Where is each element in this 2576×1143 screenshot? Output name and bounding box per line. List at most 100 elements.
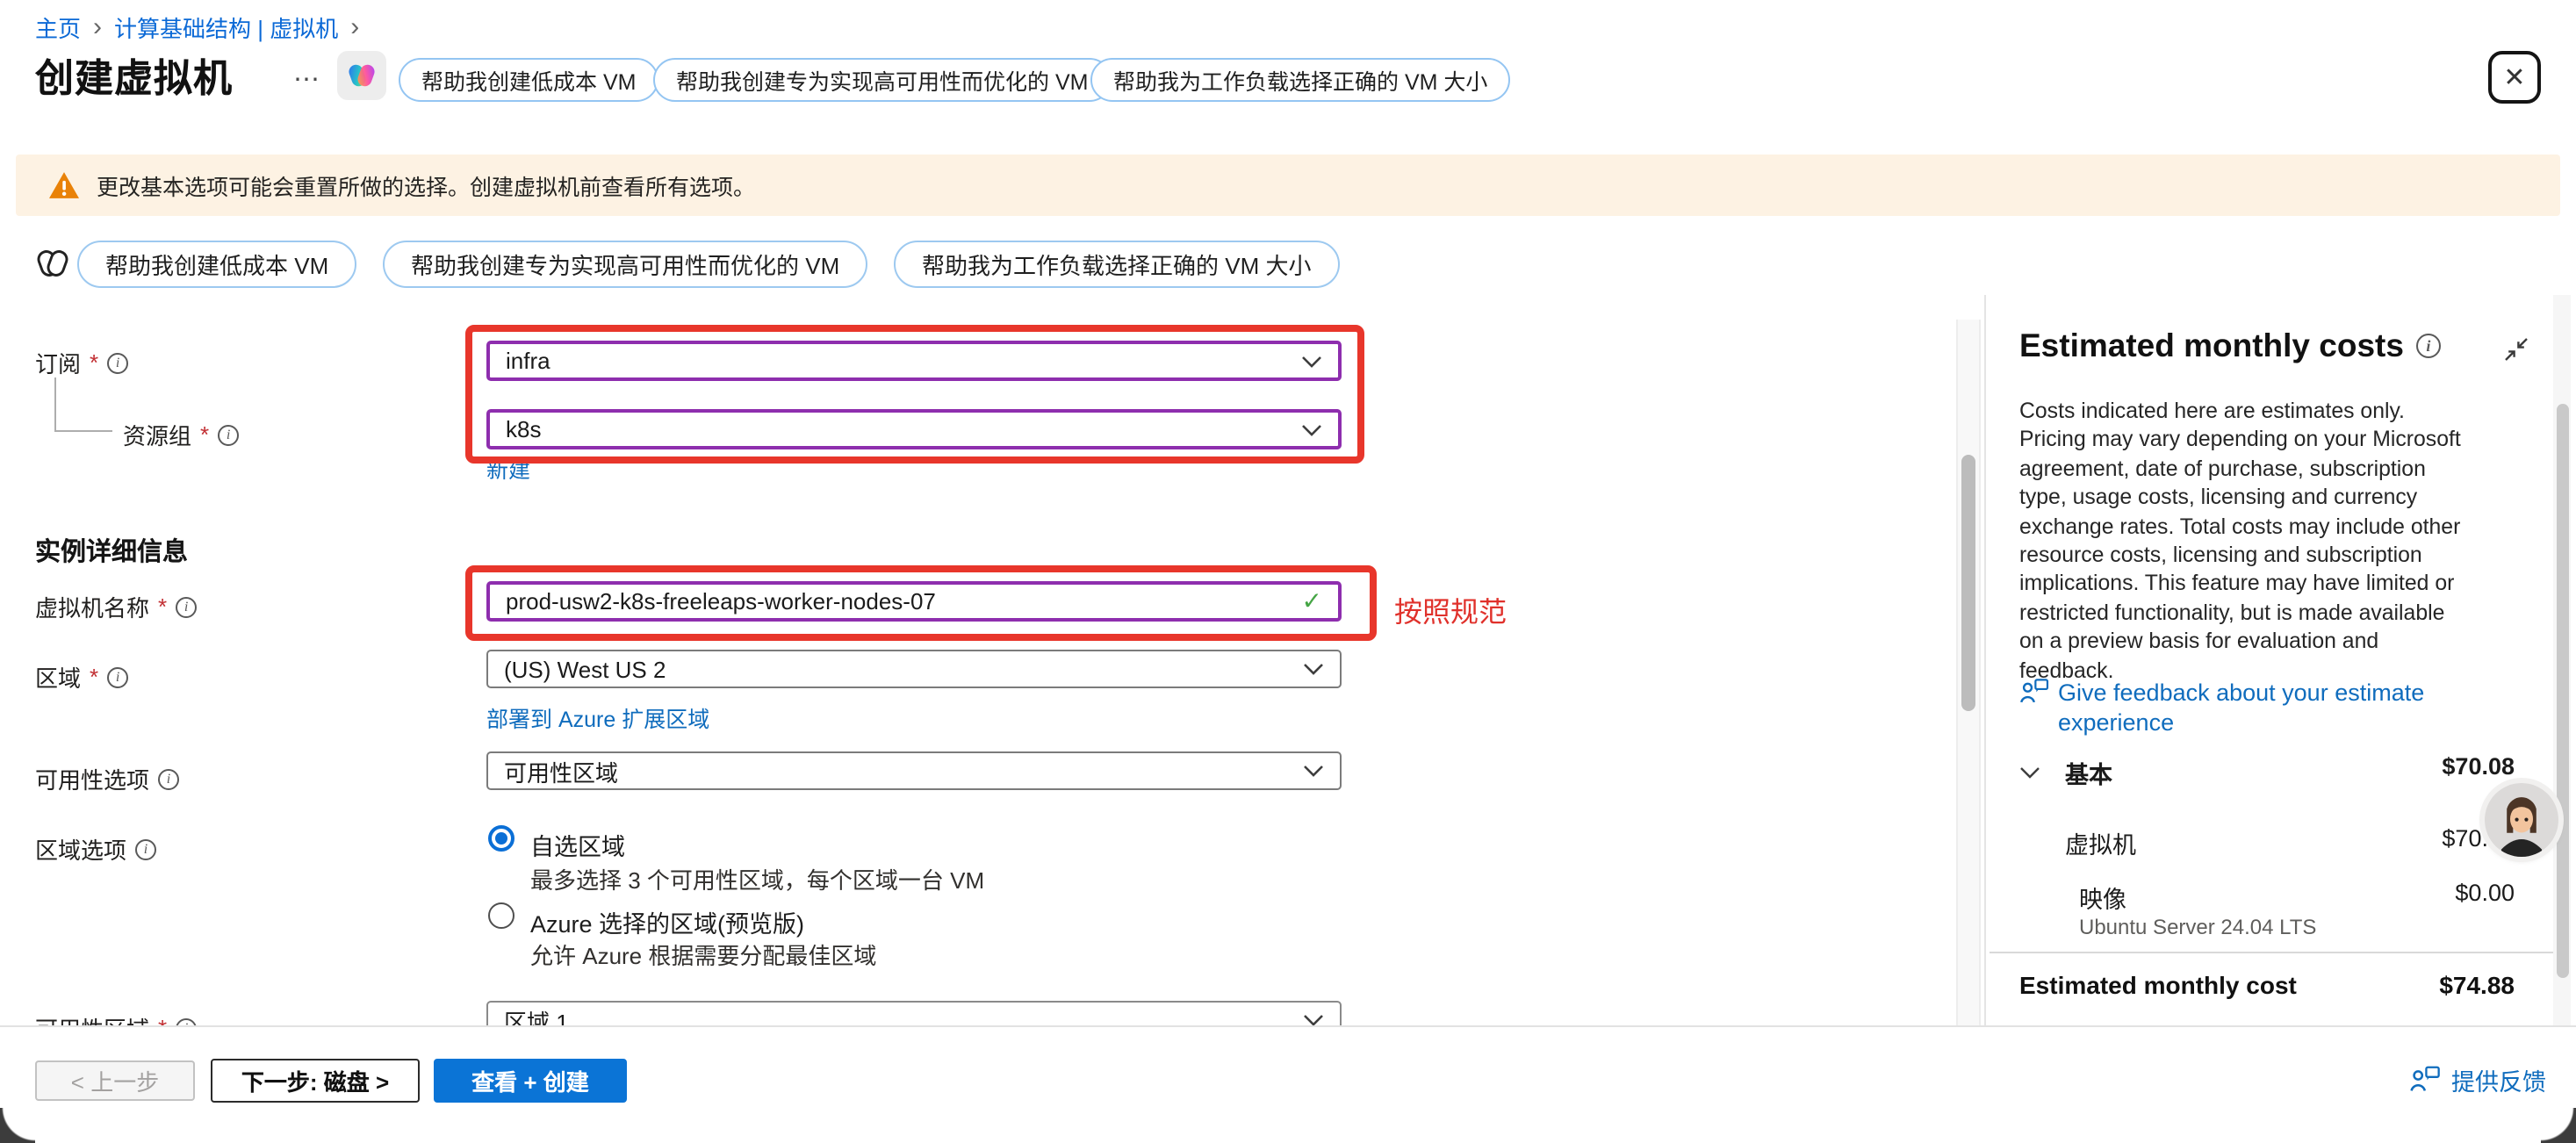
vm-name-label: 虚拟机名称 * i	[35, 590, 197, 623]
more-menu-icon[interactable]: ⋯	[293, 63, 323, 95]
availability-options-label-text: 可用性选项	[35, 762, 149, 795]
naming-convention-annotation: 按照规范	[1394, 588, 1507, 630]
resource-group-select[interactable]: k8s	[486, 409, 1342, 449]
valid-check-icon: ✓	[1302, 586, 1322, 616]
feedback-person-icon	[2019, 678, 2049, 706]
give-feedback-link-text: 提供反馈	[2451, 1062, 2546, 1097]
availability-options-label: 可用性选项 i	[35, 762, 179, 795]
zone-options-label-text: 区域选项	[35, 832, 126, 866]
cost-total-divider	[1990, 952, 2553, 953]
cost-image-label: 映像	[2079, 880, 2126, 915]
region-value: (US) West US 2	[504, 656, 666, 682]
warning-icon	[49, 172, 79, 198]
warning-text: 更改基本选项可能会重置所做的选择。创建虚拟机前查看所有选项。	[97, 169, 755, 202]
info-icon[interactable]: i	[158, 768, 179, 789]
cost-basic-amount: $70.08	[2442, 753, 2515, 780]
breadcrumb-vm-link[interactable]: 计算基础结构 | 虚拟机	[114, 11, 338, 44]
resource-group-value: k8s	[506, 416, 541, 442]
required-marker: *	[90, 664, 98, 690]
costs-panel-title: Estimated monthly costs i	[2019, 327, 2441, 365]
resource-group-label-text: 资源组	[123, 418, 191, 451]
chevron-down-icon	[1301, 354, 1322, 368]
radio-self-selected-zones[interactable]	[488, 825, 514, 852]
breadcrumb-chevron-icon: ›	[338, 16, 371, 39]
info-icon[interactable]: i	[107, 352, 128, 373]
costs-panel-title-text: Estimated monthly costs	[2019, 327, 2404, 365]
radio-self-selected-zones-label: 自选区域	[530, 827, 625, 862]
window-corner	[0, 1108, 35, 1143]
region-label: 区域 * i	[35, 660, 128, 694]
instance-details-heading: 实例详细信息	[35, 532, 188, 569]
copilot-outline-icon	[33, 244, 72, 283]
close-button[interactable]: ✕	[2488, 51, 2541, 104]
feedback-person-icon	[2409, 1066, 2441, 1094]
cost-image-amount: $0.00	[2455, 880, 2515, 906]
cost-image-sub: Ubuntu Server 24.04 LTS	[2079, 915, 2316, 939]
assistant-avatar[interactable]	[2485, 783, 2558, 857]
suggestion-right-size-button[interactable]: 帮助我为工作负载选择正确的 VM 大小	[1090, 58, 1510, 102]
info-icon[interactable]: i	[2416, 334, 2441, 358]
info-icon[interactable]: i	[176, 596, 197, 617]
review-create-button[interactable]: 查看 + 创建	[434, 1059, 627, 1103]
subscription-label: 订阅 * i	[35, 346, 128, 379]
previous-step-button[interactable]: < 上一步	[35, 1060, 195, 1101]
breadcrumb-home-link[interactable]: 主页	[35, 11, 81, 44]
subscription-select[interactable]: infra	[486, 341, 1342, 381]
availability-options-select[interactable]: 可用性区域	[486, 751, 1342, 790]
cost-row-basic[interactable]: 基本	[2019, 755, 2112, 790]
required-marker: *	[90, 349, 98, 376]
collapse-panel-icon[interactable]	[2504, 337, 2529, 362]
radio-azure-selected-zones[interactable]	[488, 902, 514, 929]
tree-connector	[54, 430, 112, 432]
copilot-suggestion-high-availability-button[interactable]: 帮助我创建专为实现高可用性而优化的 VM	[383, 241, 867, 288]
panel-scrollbar-thumb[interactable]	[2556, 404, 2568, 978]
suggestion-low-cost-button[interactable]: 帮助我创建低成本 VM	[399, 58, 658, 102]
estimate-feedback-link-text: Give feedback about your estimate experi…	[2058, 678, 2453, 737]
warning-banner: 更改基本选项可能会重置所做的选择。创建虚拟机前查看所有选项。	[16, 155, 2560, 216]
suggestion-high-availability-button[interactable]: 帮助我创建专为实现高可用性而优化的 VM	[653, 58, 1111, 102]
create-new-resource-group-link[interactable]: 新建	[486, 451, 530, 485]
info-icon[interactable]: i	[135, 838, 156, 859]
copilot-suggestion-low-cost-button[interactable]: 帮助我创建低成本 VM	[77, 241, 356, 288]
footer-bar: < 上一步 下一步: 磁盘 > 查看 + 创建 提供反馈	[0, 1025, 2576, 1143]
radio-azure-selected-zones-label: Azure 选择的区域(预览版)	[530, 904, 804, 939]
chevron-down-icon	[2019, 766, 2040, 780]
info-icon[interactable]: i	[107, 666, 128, 687]
radio-azure-selected-zones-desc: 允许 Azure 根据需要分配最佳区域	[530, 938, 876, 971]
region-select[interactable]: (US) West US 2	[486, 650, 1342, 688]
cost-basic-label: 基本	[2065, 755, 2112, 790]
subscription-label-text: 订阅	[35, 346, 81, 379]
copilot-icon	[344, 58, 379, 93]
required-marker: *	[200, 421, 209, 448]
page-title: 创建虚拟机	[35, 47, 233, 104]
costs-disclaimer: Costs indicated here are estimates only.…	[2019, 397, 2472, 685]
vm-name-label-text: 虚拟机名称	[35, 590, 149, 623]
deploy-edge-zone-link[interactable]: 部署到 Azure 扩展区域	[486, 701, 709, 734]
chevron-down-icon	[1301, 422, 1322, 436]
radio-dot	[495, 832, 507, 845]
resource-group-label: 资源组 * i	[123, 418, 239, 451]
next-step-disks-button[interactable]: 下一步: 磁盘 >	[211, 1059, 420, 1103]
window-corner	[2541, 1108, 2576, 1143]
subscription-value: infra	[506, 348, 550, 374]
cost-total-amount: $74.88	[2439, 971, 2515, 999]
estimate-feedback-link[interactable]: Give feedback about your estimate experi…	[2019, 678, 2453, 737]
chevron-down-icon	[1303, 662, 1324, 676]
region-label-text: 区域	[35, 660, 81, 694]
avatar-image	[2485, 783, 2558, 857]
copilot-button[interactable]	[337, 51, 386, 100]
panel-scrollbar-track[interactable]	[2553, 295, 2571, 1025]
estimated-costs-panel: Estimated monthly costs i Costs indicate…	[1986, 295, 2553, 1025]
give-feedback-link[interactable]: 提供反馈	[2409, 1062, 2546, 1097]
chevron-down-icon	[1303, 764, 1324, 778]
zone-options-label: 区域选项 i	[35, 832, 156, 866]
copilot-suggestion-right-size-button[interactable]: 帮助我为工作负载选择正确的 VM 大小	[894, 241, 1339, 288]
breadcrumb: 主页 › 计算基础结构 | 虚拟机 ›	[35, 11, 371, 44]
main-scrollbar-thumb[interactable]	[1961, 455, 1975, 711]
cost-total-label: Estimated monthly cost	[2019, 971, 2297, 999]
info-icon[interactable]: i	[218, 424, 239, 445]
vm-name-input[interactable]: prod-usw2-k8s-freeleaps-worker-nodes-07 …	[486, 581, 1342, 622]
main-scrollbar-track[interactable]	[1956, 320, 1981, 1025]
create-vm-page: 主页 › 计算基础结构 | 虚拟机 › 创建虚拟机 ⋯ 帮助我创建低成本 VM …	[0, 0, 2576, 1143]
vm-name-value: prod-usw2-k8s-freeleaps-worker-nodes-07	[506, 588, 936, 615]
